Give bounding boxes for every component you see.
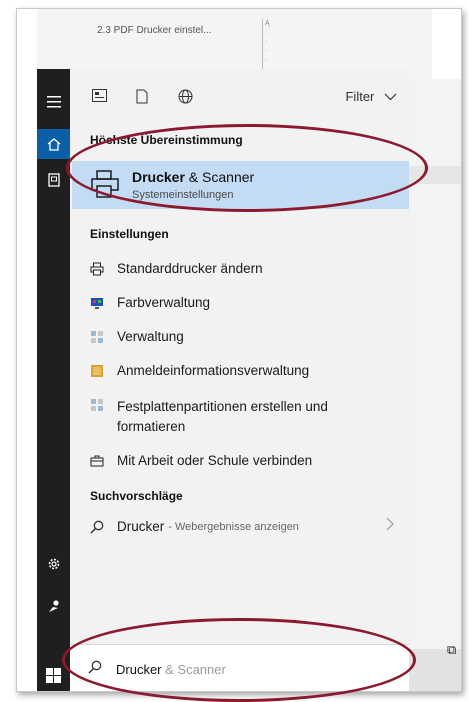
web-suggestion-item[interactable]: Drucker - Webergebnisse anzeigen xyxy=(90,519,299,534)
color-monitor-icon xyxy=(90,296,104,310)
hamburger-menu-icon[interactable] xyxy=(37,87,70,117)
search-box-icon xyxy=(88,660,102,677)
globe-icon[interactable] xyxy=(178,89,193,107)
chevron-right-icon[interactable] xyxy=(386,517,394,535)
printer-small-icon xyxy=(90,262,104,276)
settings-gear-icon[interactable] xyxy=(37,549,70,579)
home-icon[interactable] xyxy=(37,129,70,159)
section-heading-settings: Einstellungen xyxy=(90,227,169,241)
settings-item-work-school[interactable]: Mit Arbeit oder Schule verbinden xyxy=(90,453,312,468)
start-left-rail xyxy=(37,69,70,691)
search-icon xyxy=(90,520,104,534)
section-heading-suggestions: Suchvorschläge xyxy=(90,489,183,503)
search-filter-toolbar: Filter xyxy=(70,69,409,124)
settings-item-disk-partitions[interactable]: Festplattenpartitionen erstellen und for… xyxy=(90,397,328,437)
background-doc-title: 2.3 PDF Drucker einstel... xyxy=(97,25,212,36)
screenshot-frame: 2.3 PDF Drucker einstel... Ą · · · · ⧉ F… xyxy=(16,8,462,692)
disk-partition-icon xyxy=(90,398,104,412)
filter-dropdown[interactable]: Filter xyxy=(345,89,397,104)
windows-logo-icon xyxy=(46,667,61,683)
search-input[interactable]: Drucker & Scanner xyxy=(116,662,226,677)
best-match-result[interactable]: Drucker & Scanner Systemeinstellungen xyxy=(72,161,409,209)
document-icon[interactable] xyxy=(136,89,148,107)
app-tile-icon[interactable] xyxy=(92,89,107,105)
credential-vault-icon xyxy=(90,364,104,378)
admin-tools-icon xyxy=(90,330,104,344)
settings-item-credential-manager[interactable]: Anmeldeinformationsverwaltung xyxy=(90,363,309,378)
chevron-down-icon xyxy=(384,89,397,104)
section-heading-best-match: Höchste Übereinstimmung xyxy=(90,133,243,147)
settings-item-color-management[interactable]: Farbverwaltung xyxy=(90,295,210,310)
printer-icon xyxy=(90,169,120,199)
briefcase-icon xyxy=(90,454,104,468)
filter-label: Filter xyxy=(345,89,375,104)
recent-documents-icon[interactable] xyxy=(37,165,70,195)
settings-item-administration[interactable]: Verwaltung xyxy=(90,329,184,344)
best-match-title: Drucker & Scanner xyxy=(132,169,255,185)
task-view-icon[interactable]: ⧉ xyxy=(447,642,456,658)
user-account-icon[interactable] xyxy=(37,591,70,621)
background-scroll-marks: Ą · · · · xyxy=(262,19,273,74)
background-highlight-band xyxy=(409,166,461,184)
start-button[interactable] xyxy=(37,656,70,691)
background-window xyxy=(409,79,461,649)
search-box[interactable]: Drucker & Scanner xyxy=(70,644,409,691)
best-match-subtitle: Systemeinstellungen xyxy=(132,189,234,201)
search-results-panel: Filter Höchste Übereinstimmung Drucker &… xyxy=(70,69,409,691)
settings-item-default-printer[interactable]: Standarddrucker ändern xyxy=(90,261,263,276)
